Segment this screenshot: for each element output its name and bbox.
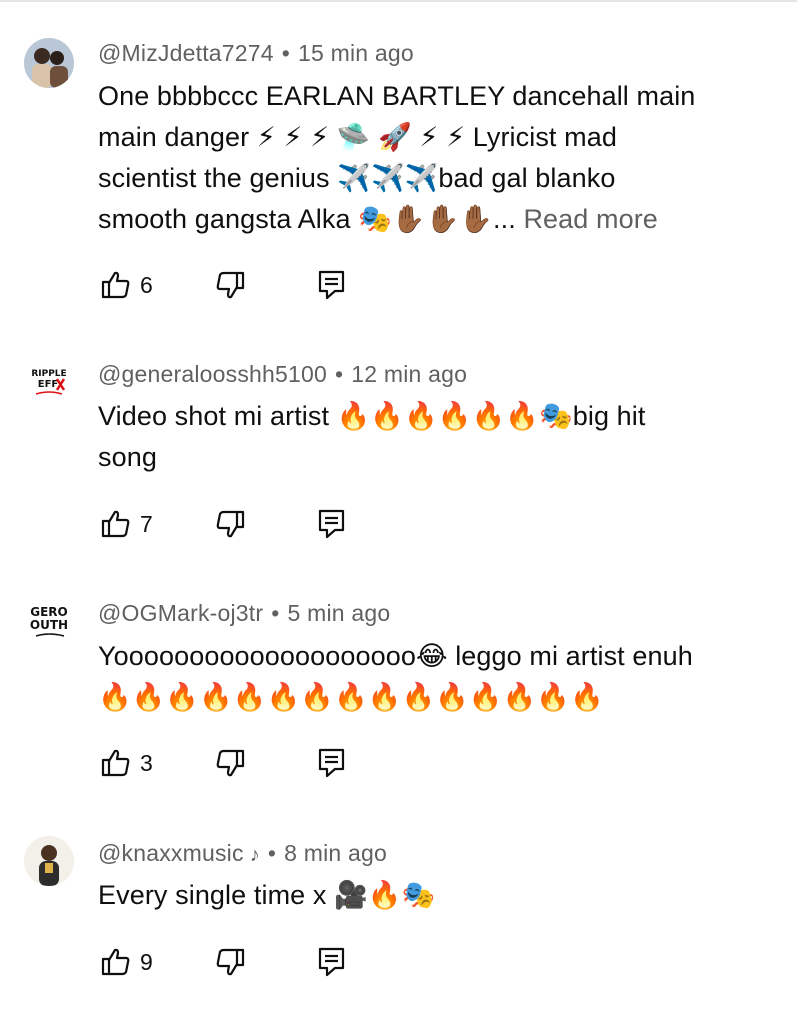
svg-text:EFF: EFF <box>38 379 59 390</box>
comment-actions: 6 <box>98 269 358 303</box>
reply-button[interactable] <box>317 508 347 540</box>
comment-line: song <box>98 442 157 472</box>
reply-comment-icon <box>318 748 345 778</box>
comment-line: main danger ⚡ ⚡ ⚡ 🛸 🚀 ⚡ ⚡ Lyricist mad <box>98 122 617 152</box>
comment-meta: @generaloosshh5100 • 12 min ago <box>98 361 467 388</box>
like-count: 3 <box>140 749 153 776</box>
reply-button[interactable] <box>317 269 347 301</box>
comment-text: Yoooooooooooooooooooo😂 leggo mi artist e… <box>98 636 758 718</box>
comment-text: Video shot mi artist 🔥🔥🔥🔥🔥🔥🎭big hit song <box>98 396 758 478</box>
comment-line: 🔥🔥🔥🔥🔥🔥🔥🔥🔥🔥🔥🔥🔥🔥🔥 <box>98 682 604 712</box>
reply-comment-icon <box>318 947 345 977</box>
meta-separator: • <box>267 840 277 866</box>
comment-text: Every single time x 🎥🔥🎭 <box>98 875 758 916</box>
comment-line-text: smooth gangsta Alka 🎭✋🏾✋🏾✋🏾... <box>98 204 516 234</box>
comment-line: smooth gangsta Alka 🎭✋🏾✋🏾✋🏾... Read more <box>98 199 758 240</box>
top-divider <box>0 0 797 2</box>
comment-text: One bbbbccc EARLAN BARTLEY dancehall mai… <box>98 76 758 240</box>
music-note-icon: ♪ <box>249 844 260 866</box>
comment-line: Yoooooooooooooooooooo😂 leggo mi artist e… <box>98 641 693 671</box>
svg-text:GERO: GERO <box>30 605 68 619</box>
svg-text:RIPPLE: RIPPLE <box>31 369 66 379</box>
like-count: 6 <box>140 271 153 298</box>
dislike-button[interactable] <box>214 508 246 540</box>
reply-comment-icon <box>318 270 345 300</box>
meta-separator: • <box>335 361 344 387</box>
like-button[interactable]: 9 <box>100 946 153 978</box>
comment-time: 8 min ago <box>284 840 387 866</box>
thumbs-up-icon <box>101 271 130 299</box>
like-count: 7 <box>140 510 153 537</box>
like-button[interactable]: 7 <box>100 508 153 540</box>
dislike-button[interactable] <box>214 747 246 779</box>
comment-line: One bbbbccc EARLAN BARTLEY dancehall mai… <box>98 81 696 111</box>
thumbs-down-icon <box>216 948 245 976</box>
thumbs-up-icon <box>101 749 130 777</box>
comment-line: scientist the genius ✈️✈️✈️bad gal blank… <box>98 163 616 193</box>
author-handle[interactable]: @MizJdetta7274 <box>98 40 274 66</box>
author-handle[interactable]: @OGMark-oj3tr <box>98 600 263 626</box>
reply-comment-icon <box>318 509 345 539</box>
avatar[interactable] <box>24 38 74 88</box>
thumbs-down-icon <box>216 510 245 538</box>
read-more-link[interactable]: Read more <box>516 204 658 234</box>
comment-time: 5 min ago <box>287 600 391 626</box>
thumbs-up-icon <box>101 948 130 976</box>
comment-meta: @knaxxmusic ♪ • 8 min ago <box>98 840 387 867</box>
comment-line: Every single time x 🎥🔥🎭 <box>98 880 436 910</box>
like-count: 9 <box>140 948 153 975</box>
comment-actions: 3 <box>98 747 358 781</box>
avatar[interactable] <box>24 836 74 886</box>
comment-line: Video shot mi artist 🔥🔥🔥🔥🔥🔥🎭big hit <box>98 401 646 431</box>
avatar[interactable]: GERO OUTH <box>24 596 74 646</box>
dislike-button[interactable] <box>214 269 246 301</box>
author-handle[interactable]: @knaxxmusic <box>98 840 244 866</box>
reply-button[interactable] <box>317 946 347 978</box>
thumbs-down-icon <box>216 271 245 299</box>
comment-meta: @MizJdetta7274 • 15 min ago <box>98 40 414 67</box>
meta-separator: • <box>281 40 291 66</box>
meta-separator: • <box>271 600 280 626</box>
reply-button[interactable] <box>317 747 347 779</box>
comment-actions: 9 <box>98 946 358 980</box>
comment-time: 15 min ago <box>298 40 414 66</box>
thumbs-up-icon <box>101 510 130 538</box>
comment-actions: 7 <box>98 508 358 542</box>
comment-time: 12 min ago <box>351 361 468 387</box>
comment-meta: @OGMark-oj3tr • 5 min ago <box>98 600 390 627</box>
avatar[interactable]: RIPPLE EFF <box>24 356 74 406</box>
like-button[interactable]: 3 <box>100 747 153 779</box>
thumbs-down-icon <box>216 749 245 777</box>
like-button[interactable]: 6 <box>100 269 153 301</box>
author-handle[interactable]: @generaloosshh5100 <box>98 361 327 387</box>
dislike-button[interactable] <box>214 946 246 978</box>
svg-text:OUTH: OUTH <box>30 618 68 632</box>
